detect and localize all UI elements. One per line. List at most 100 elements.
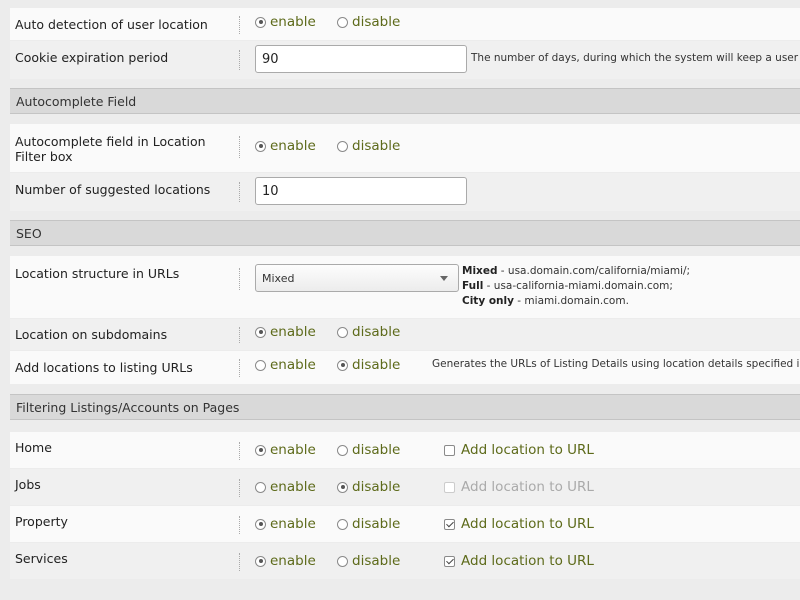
separator — [239, 359, 240, 377]
page-row-jobs: Jobs enable disable Add location to URL — [10, 469, 800, 505]
disable-label: disable — [352, 14, 401, 30]
property-enable-radio[interactable]: enable — [255, 516, 316, 532]
enable-label: enable — [270, 357, 316, 373]
separator — [239, 553, 240, 571]
enable-label: enable — [270, 553, 316, 569]
section-title: Filtering Listings/Accounts on Pages — [16, 400, 240, 415]
disable-label: disable — [352, 357, 401, 373]
disable-label: disable — [352, 479, 401, 495]
separator — [239, 136, 240, 158]
radio-selected-icon — [255, 16, 266, 28]
subdomains-label: Location on subdomains — [15, 327, 168, 342]
page-row-services: Services enable disable Add location to … — [10, 543, 800, 579]
auto-detection-disable-radio[interactable]: disable — [337, 14, 400, 30]
chevron-down-icon — [440, 276, 448, 281]
page-name: Jobs — [15, 477, 41, 492]
services-add-location-checkbox[interactable]: Add location to URL — [444, 553, 594, 569]
jobs-enable-radio[interactable]: enable — [255, 479, 316, 495]
cookie-expiration-label: Cookie expiration period — [15, 50, 169, 65]
auto-detection-row: Auto detection of user location enable d… — [10, 8, 800, 40]
radio-selected-icon — [337, 481, 348, 493]
checkbox-unchecked-icon — [444, 444, 455, 456]
location-structure-label: Location structure in URLs — [15, 266, 180, 281]
radio-selected-icon — [255, 444, 266, 456]
select-value: Mixed — [262, 272, 295, 285]
suggested-locations-row: Number of suggested locations — [10, 173, 800, 211]
autocomplete-field-label: Autocomplete field in Location Filter bo… — [15, 134, 206, 164]
structure-full: Full - usa-california-miami.domain.com; — [462, 280, 673, 292]
cookie-expiration-hint: The number of days, during which the sys… — [471, 52, 800, 64]
separator — [239, 268, 240, 290]
section-title: SEO — [16, 226, 42, 241]
property-disable-radio[interactable]: disable — [337, 516, 400, 532]
location-structure-description: Mixed - usa.domain.com/california/miami/… — [462, 264, 690, 309]
cookie-expiration-row: Cookie expiration period The number of d… — [10, 41, 800, 79]
services-disable-radio[interactable]: disable — [337, 553, 400, 569]
disable-label: disable — [352, 516, 401, 532]
section-title: Autocomplete Field — [16, 94, 137, 109]
autocomplete-enable-radio[interactable]: enable — [255, 138, 316, 154]
checkbox-checked-icon — [444, 518, 455, 530]
add-location-label: Add location to URL — [461, 553, 594, 569]
enable-label: enable — [270, 479, 316, 495]
suggested-locations-label: Number of suggested locations — [15, 182, 211, 197]
services-enable-radio[interactable]: enable — [255, 553, 316, 569]
separator — [239, 479, 240, 497]
home-enable-radio[interactable]: enable — [255, 442, 316, 458]
listing-urls-disable-radio[interactable]: disable — [337, 357, 400, 373]
page-row-home: Home enable disable Add location to URL — [10, 432, 800, 468]
radio-unselected-icon — [337, 444, 348, 456]
enable-label: enable — [270, 442, 316, 458]
cookie-expiration-input[interactable] — [255, 45, 467, 73]
home-disable-radio[interactable]: disable — [337, 442, 400, 458]
auto-detection-enable-radio[interactable]: enable — [255, 14, 316, 30]
home-add-location-checkbox[interactable]: Add location to URL — [444, 442, 594, 458]
jobs-disable-radio[interactable]: disable — [337, 479, 400, 495]
radio-unselected-icon — [337, 326, 348, 338]
page-row-property: Property enable disable Add location to … — [10, 506, 800, 542]
subdomains-row: Location on subdomains enable disable — [10, 319, 800, 350]
separator — [239, 50, 240, 70]
subdomains-disable-radio[interactable]: disable — [337, 324, 400, 340]
section-seo: SEO — [10, 220, 800, 246]
subdomains-enable-radio[interactable]: enable — [255, 324, 316, 340]
checkbox-disabled-icon — [444, 481, 455, 493]
radio-selected-icon — [255, 555, 266, 567]
structure-city-only: City only - miami.domain.com. — [462, 295, 629, 307]
location-structure-row: Location structure in URLs Mixed Mixed -… — [10, 256, 800, 318]
enable-label: enable — [270, 14, 316, 30]
separator — [239, 16, 240, 34]
disable-label: disable — [352, 442, 401, 458]
radio-unselected-icon — [337, 555, 348, 567]
autocomplete-field-row: Autocomplete field in Location Filter bo… — [10, 124, 800, 172]
location-structure-select[interactable]: Mixed — [255, 264, 459, 292]
separator — [239, 327, 240, 343]
section-autocomplete-field: Autocomplete Field — [10, 88, 800, 114]
separator — [239, 182, 240, 202]
listing-urls-enable-radio[interactable]: enable — [255, 357, 316, 373]
listing-urls-row: Add locations to listing URLs enable dis… — [10, 351, 800, 384]
radio-unselected-icon — [337, 518, 348, 530]
section-filtering: Filtering Listings/Accounts on Pages — [10, 394, 800, 420]
radio-unselected-icon — [337, 16, 348, 28]
radio-selected-icon — [337, 359, 348, 371]
disable-label: disable — [352, 138, 401, 154]
enable-label: enable — [270, 138, 316, 154]
suggested-locations-input[interactable] — [255, 177, 467, 205]
disable-label: disable — [352, 324, 401, 340]
radio-unselected-icon — [337, 140, 348, 152]
radio-unselected-icon — [255, 481, 266, 493]
separator — [239, 442, 240, 460]
separator — [239, 516, 240, 534]
disable-label: disable — [352, 553, 401, 569]
add-location-label: Add location to URL — [461, 516, 594, 532]
listing-urls-label: Add locations to listing URLs — [15, 360, 193, 375]
add-location-label: Add location to URL — [461, 479, 594, 495]
auto-detection-label: Auto detection of user location — [15, 17, 208, 32]
property-add-location-checkbox[interactable]: Add location to URL — [444, 516, 594, 532]
autocomplete-disable-radio[interactable]: disable — [337, 138, 400, 154]
listing-urls-hint: Generates the URLs of Listing Details us… — [432, 358, 800, 370]
radio-selected-icon — [255, 518, 266, 530]
page-name: Property — [15, 514, 68, 529]
enable-label: enable — [270, 516, 316, 532]
